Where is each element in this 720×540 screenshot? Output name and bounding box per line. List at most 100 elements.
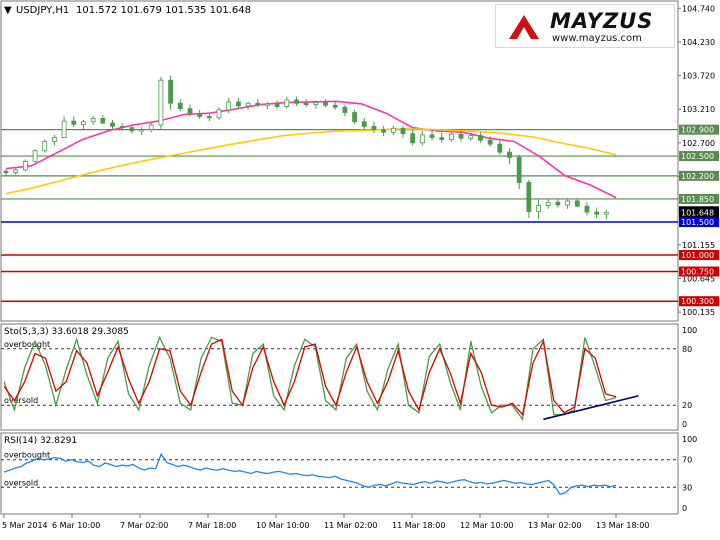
candle-body bbox=[574, 200, 580, 207]
brand-url: www.mayzus.com bbox=[552, 33, 642, 44]
panel-frame-2 bbox=[0, 323, 679, 431]
stoch-level-label: overbought bbox=[4, 340, 50, 349]
y-tick-label: 104.230 bbox=[682, 38, 715, 47]
candle-body bbox=[226, 101, 232, 111]
candle-body bbox=[584, 205, 590, 213]
candle-body bbox=[81, 121, 86, 125]
candle-body bbox=[352, 112, 357, 123]
stoch-y-tick-label: 100 bbox=[682, 326, 697, 335]
panel-frame-3 bbox=[0, 432, 679, 515]
x-tick-label: 12 Mar 10:00 bbox=[460, 521, 513, 530]
candle-body bbox=[545, 201, 551, 206]
candle-body bbox=[478, 135, 483, 141]
candle-body bbox=[245, 102, 251, 107]
candle-body bbox=[487, 139, 493, 145]
rsi-y-tick-label: 70 bbox=[682, 456, 692, 465]
stoch-y-tick-label: 80 bbox=[682, 345, 692, 354]
candle-body bbox=[177, 102, 183, 109]
candle-body bbox=[168, 79, 174, 104]
candle-body bbox=[3, 170, 9, 173]
x-tick-label: 10 Mar 10:00 bbox=[256, 521, 309, 530]
candle-body bbox=[61, 120, 67, 138]
mayzus-logo: MAYZUS www.mayzus.com bbox=[495, 4, 675, 48]
candle-body bbox=[235, 101, 241, 107]
candle-body bbox=[284, 99, 290, 107]
candle-body bbox=[90, 118, 96, 123]
rsi-y-tick-label: 0 bbox=[682, 504, 687, 513]
y-tick-label: 102.700 bbox=[682, 139, 715, 148]
rsi-y-tick-label: 100 bbox=[682, 435, 697, 444]
candle-body bbox=[313, 102, 319, 105]
y-tick-label: 103.720 bbox=[682, 72, 715, 81]
level-tag-label: 101.000 bbox=[681, 251, 714, 260]
candle-body bbox=[458, 133, 464, 139]
y-tick-label: 103.210 bbox=[682, 105, 715, 114]
y-tick-label: 101.155 bbox=[682, 241, 715, 250]
candle-body bbox=[323, 102, 328, 106]
candle-body bbox=[516, 156, 522, 183]
candle-body bbox=[342, 106, 348, 113]
candle-body bbox=[206, 116, 212, 119]
level-tag-label: 100.750 bbox=[681, 268, 714, 277]
candle-body bbox=[594, 211, 600, 215]
candle-body bbox=[129, 127, 135, 132]
candle-body bbox=[303, 102, 309, 105]
stoch-y-tick-label: 0 bbox=[682, 420, 687, 429]
chart-window: 104.740104.230103.720103.210102.700102.1… bbox=[0, 0, 720, 536]
candle-body bbox=[448, 133, 454, 140]
rsi-title: RSI(14) 32.8291 bbox=[4, 436, 77, 446]
x-tick-label: 11 Mar 18:00 bbox=[392, 521, 445, 530]
brand-name: MAYZUS bbox=[550, 9, 654, 33]
candle-body bbox=[42, 141, 48, 152]
candle-body bbox=[100, 118, 106, 124]
candle-body bbox=[468, 135, 474, 139]
stoch-title: Sto(5,3,3) 33.6018 29.3085 bbox=[4, 327, 129, 337]
x-tick-label: 7 Mar 02:00 bbox=[120, 521, 168, 530]
level-tag-label: 102.500 bbox=[681, 152, 714, 161]
candle-body bbox=[274, 103, 280, 107]
symbol-dropdown-icon[interactable]: ▼ bbox=[4, 5, 12, 16]
stoch-y-tick-label: 20 bbox=[682, 401, 692, 410]
symbol-label: USDJPY,H1 bbox=[16, 5, 70, 16]
candle-body bbox=[52, 137, 57, 142]
candle-body bbox=[555, 201, 561, 206]
candle-body bbox=[439, 137, 445, 140]
candle-body bbox=[265, 103, 270, 106]
candle-body bbox=[390, 127, 396, 133]
x-tick-label: 13 Mar 02:00 bbox=[528, 521, 581, 530]
rsi-y-tick-label: 30 bbox=[682, 483, 692, 492]
candle-body bbox=[526, 182, 532, 212]
candle-body bbox=[332, 104, 338, 108]
candle-body bbox=[119, 125, 125, 129]
candle-body bbox=[371, 125, 377, 131]
x-tick-label: 13 Mar 18:00 bbox=[596, 521, 649, 530]
candle-body bbox=[187, 108, 193, 115]
candle-body bbox=[13, 169, 19, 173]
rsi-level-label: overbought bbox=[4, 451, 50, 460]
x-tick-label: 11 Mar 02:00 bbox=[324, 521, 377, 530]
candle-body bbox=[158, 79, 164, 126]
candle-body bbox=[22, 160, 28, 171]
candle-body bbox=[139, 129, 144, 132]
candle-body bbox=[197, 113, 203, 117]
mayzus-logo-icon bbox=[509, 15, 539, 39]
level-tag-label: 101.850 bbox=[681, 195, 714, 204]
candle-body bbox=[429, 134, 435, 138]
panel-frame-1 bbox=[0, 0, 679, 322]
stoch-level-label: oversold bbox=[4, 396, 38, 405]
candle-body bbox=[361, 121, 367, 127]
candle-body bbox=[216, 109, 222, 119]
x-tick-label: 6 Mar 10:00 bbox=[52, 521, 100, 530]
level-tag-label: 102.900 bbox=[681, 126, 714, 135]
ohlc-readout: 101.572 101.679 101.535 101.648 bbox=[76, 5, 251, 16]
candle-body bbox=[419, 134, 425, 144]
candle-body bbox=[71, 120, 77, 125]
level-tag-label: 101.500 bbox=[681, 218, 714, 227]
x-tick-label: 5 Mar 2014 bbox=[2, 521, 48, 530]
chart-canvas[interactable]: 104.740104.230103.720103.210102.700102.1… bbox=[0, 0, 720, 536]
candle-body bbox=[400, 127, 406, 135]
candle-body bbox=[565, 200, 570, 206]
candle-body bbox=[148, 124, 154, 131]
candle-body bbox=[255, 102, 261, 106]
x-tick-label: 7 Mar 18:00 bbox=[188, 521, 236, 530]
